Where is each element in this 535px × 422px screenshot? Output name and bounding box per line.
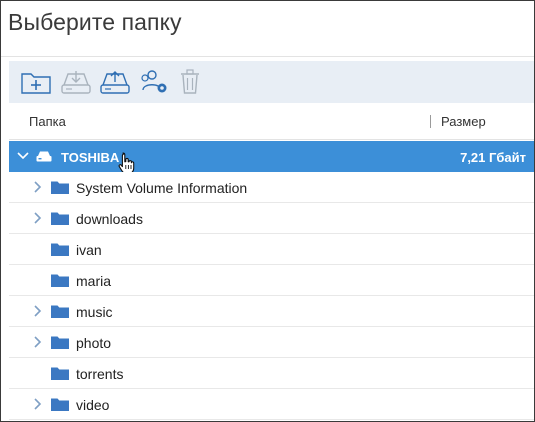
folder-icon <box>51 398 69 411</box>
tree-row-root[interactable]: TOSHIBA 7,21 Гбайт <box>9 141 534 175</box>
folder-icon <box>51 274 69 287</box>
chevron-right-icon[interactable] <box>31 304 45 318</box>
upload-drive-icon <box>100 71 130 94</box>
column-separator[interactable] <box>430 115 431 128</box>
tree-row[interactable]: music <box>9 296 534 327</box>
tree-row[interactable]: torrents <box>9 358 534 389</box>
tree-root-size: 7,21 Гбайт <box>460 150 526 165</box>
folder-tree: TOSHIBA 7,21 Гбайт System Volume Informa… <box>9 141 534 420</box>
tree-item-label: photo <box>76 335 112 351</box>
drive-icon <box>36 151 52 162</box>
tree-item-label: System Volume Information <box>76 180 248 196</box>
chevron-right-icon[interactable] <box>31 397 45 411</box>
folder-picker-dialog: Выберите папку Папка Размер TOSHIBA 7,21… <box>0 0 535 422</box>
tree-row[interactable]: video <box>9 389 534 420</box>
tree-item-label: music <box>76 304 113 320</box>
folder-icon <box>51 305 69 318</box>
folder-icon <box>51 243 69 256</box>
tree-row[interactable]: maria <box>9 265 534 296</box>
dialog-title: Выберите папку <box>8 9 182 35</box>
chevron-right-icon[interactable] <box>31 180 45 194</box>
folder-icon <box>51 212 69 225</box>
download-button[interactable] <box>59 65 93 99</box>
folder-icon <box>51 181 69 194</box>
delete-button[interactable] <box>173 65 207 99</box>
chevron-right-icon[interactable] <box>31 335 45 349</box>
tree-item-label: video <box>76 397 110 413</box>
toolbar <box>9 61 534 103</box>
download-drive-icon <box>61 71 91 94</box>
title-divider <box>1 56 534 57</box>
tree-row[interactable]: ivan <box>9 234 534 265</box>
tree-row[interactable]: photo <box>9 327 534 358</box>
tree-row[interactable]: downloads <box>9 203 534 234</box>
column-size-header[interactable]: Размер <box>441 114 486 129</box>
user-settings-button[interactable] <box>137 65 171 99</box>
chevron-right-icon[interactable] <box>31 211 45 225</box>
tree-root-label: TOSHIBA <box>61 150 120 165</box>
folder-icon <box>51 336 69 349</box>
new-folder-button[interactable] <box>19 65 53 99</box>
folder-icon <box>51 367 69 380</box>
chevron-down-icon[interactable] <box>16 149 30 163</box>
tree-item-label: torrents <box>76 366 124 382</box>
user-settings-icon <box>141 70 167 93</box>
column-name-header[interactable]: Папка <box>29 114 66 129</box>
tree-row[interactable]: System Volume Information <box>9 172 534 203</box>
tree-item-label: maria <box>76 273 112 289</box>
tree-item-label: downloads <box>76 211 143 227</box>
trash-icon <box>181 69 199 94</box>
upload-button[interactable] <box>98 65 132 99</box>
column-header: Папка Размер <box>9 103 534 140</box>
new-folder-icon <box>21 73 51 94</box>
tree-item-label: ivan <box>76 242 102 258</box>
